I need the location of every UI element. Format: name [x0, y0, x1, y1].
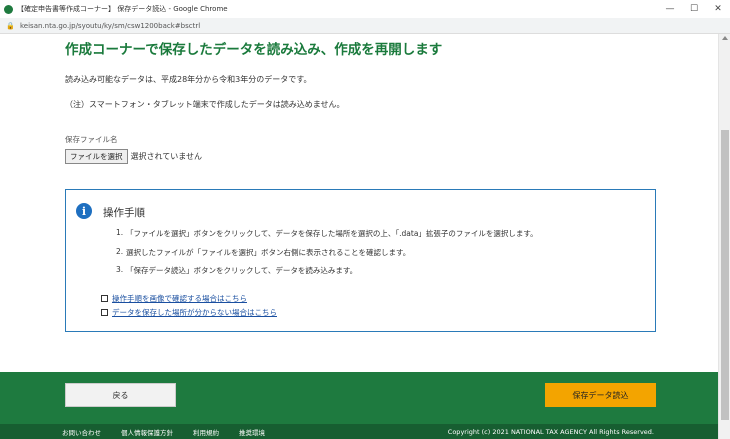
window-title: 【確定申告書等作成コーナー】 保存データ読込 - Google Chrome	[17, 5, 228, 13]
footer-link-environment[interactable]: 推奨環境	[239, 427, 265, 437]
file-input: ファイルを選択 選択されていません	[65, 149, 202, 164]
lock-icon: 🔒	[6, 21, 15, 30]
footer-link-privacy[interactable]: 個人情報保護方針	[121, 427, 173, 437]
intro-text: 読み込み可能なデータは、平成28年分から令和3年分のデータです。	[65, 75, 312, 84]
footer-links: お問い合わせ 個人情報保護方針 利用規約 推奨環境	[62, 427, 285, 437]
step-text: 「保存データ読込」ボタンをクリックして、データを読み込みます。	[126, 266, 358, 275]
howto-step: 2. 選択したファイルが「ファイルを選択」ボタン右側に表示されることを確認します…	[116, 247, 538, 266]
site-footer: お問い合わせ 個人情報保護方針 利用規約 推奨環境 Copyright (c) …	[0, 424, 718, 439]
site-favicon-icon	[4, 4, 13, 14]
howto-panel: i 操作手順 1. 「ファイルを選択」ボタンをクリックして、データを保存した場所…	[65, 189, 656, 332]
address-bar[interactable]: 🔒 keisan.nta.go.jp/syoutu/ky/sm/csw1200b…	[0, 18, 730, 34]
howto-links: 操作手順を画像で確認する場合はこちら データを保存した場所が分からない場合はこち…	[101, 291, 277, 319]
file-label: 保存ファイル名	[65, 135, 118, 144]
footer-link-contact[interactable]: お問い合わせ	[62, 427, 101, 437]
step-number: 1.	[116, 228, 124, 237]
step-text: 選択したファイルが「ファイルを選択」ボタン右側に表示されることを確認します。	[126, 247, 411, 257]
external-window-icon	[101, 308, 108, 316]
step-text: 「ファイルを選択」ボタンをクリックして、データを保存した場所を選択の上、「.da…	[126, 229, 538, 238]
howto-link-row: 操作手順を画像で確認する場合はこちら	[101, 291, 277, 305]
howto-link-row: データを保存した場所が分からない場合はこちら	[101, 305, 277, 319]
page-scrollbar[interactable]	[718, 34, 730, 439]
maximize-icon[interactable]: ☐	[682, 0, 706, 18]
howto-steps: 1. 「ファイルを選択」ボタンをクリックして、データを保存した場所を選択の上、「…	[116, 228, 538, 284]
page-viewport: 作成コーナーで保存したデータを読み込み、作成を再開します 読み込み可能なデータは…	[0, 34, 718, 439]
window-controls: — ☐ ✕	[658, 0, 730, 18]
scroll-up-icon[interactable]	[722, 36, 728, 40]
howto-step: 1. 「ファイルを選択」ボタンをクリックして、データを保存した場所を選択の上、「…	[116, 228, 538, 247]
howto-heading: 操作手順	[103, 207, 145, 219]
copyright-text: Copyright (c) 2021 NATIONAL TAX AGENCY A…	[447, 427, 654, 436]
close-icon[interactable]: ✕	[706, 0, 730, 18]
file-select-button[interactable]: ファイルを選択	[65, 149, 128, 164]
note-text: （注）スマートフォン・タブレット端末で作成したデータは読み込めません。	[65, 100, 345, 109]
step-number: 2.	[116, 246, 124, 256]
footer-link-terms[interactable]: 利用規約	[193, 427, 219, 437]
image-guide-link[interactable]: 操作手順を画像で確認する場合はこちら	[112, 293, 247, 304]
minimize-icon[interactable]: —	[658, 0, 682, 18]
info-icon: i	[76, 203, 92, 219]
load-saved-data-button[interactable]: 保存データ読込	[545, 383, 656, 407]
step-number: 3.	[116, 265, 124, 274]
window-titlebar: 【確定申告書等作成コーナー】 保存データ読込 - Google Chrome —…	[0, 0, 730, 18]
howto-step: 3. 「保存データ読込」ボタンをクリックして、データを読み込みます。	[116, 265, 538, 284]
external-window-icon	[101, 294, 108, 302]
scrollbar-thumb[interactable]	[721, 130, 729, 420]
save-location-help-link[interactable]: データを保存した場所が分からない場合はこちら	[112, 307, 277, 318]
back-button[interactable]: 戻る	[65, 383, 176, 407]
url-text[interactable]: keisan.nta.go.jp/syoutu/ky/sm/csw1200bac…	[20, 22, 200, 30]
page-title: 作成コーナーで保存したデータを読み込み、作成を再開します	[65, 42, 443, 58]
file-status: 選択されていません	[130, 152, 203, 161]
